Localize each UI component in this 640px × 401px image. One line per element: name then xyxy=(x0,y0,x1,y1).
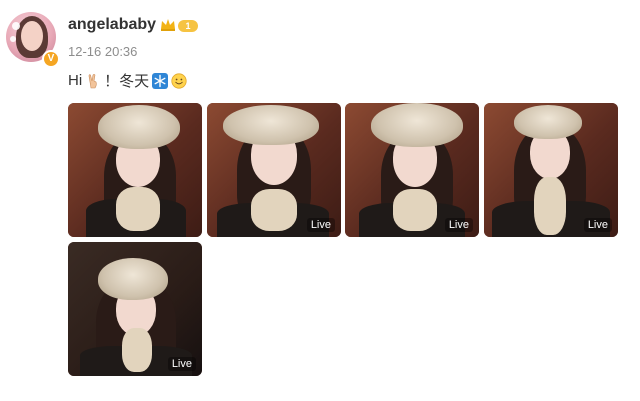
post-timestamp[interactable]: 12-16 20:36 xyxy=(68,44,137,59)
username[interactable]: angelababy xyxy=(68,16,156,34)
photo-thumbnail[interactable]: Live xyxy=(68,242,202,376)
photo-thumbnail[interactable]: Live xyxy=(484,103,618,237)
level-badge: 1 xyxy=(178,20,198,32)
live-badge: Live xyxy=(167,357,196,371)
photo-thumbnail[interactable] xyxy=(68,103,202,237)
photo-scarf xyxy=(122,328,152,372)
photo-hat xyxy=(98,105,180,149)
snowflake-icon xyxy=(152,72,169,89)
photo-scarf xyxy=(251,189,297,231)
photo-thumbnail[interactable]: Live xyxy=(345,103,479,237)
post-text: Hi ！冬天 xyxy=(68,70,187,91)
post-text-part: Hi xyxy=(68,72,83,89)
live-badge: Live xyxy=(583,218,612,232)
live-badge: Live xyxy=(444,218,473,232)
verified-badge: V xyxy=(42,50,60,68)
photo-scarf xyxy=(116,187,160,231)
avatar-face xyxy=(21,21,43,51)
avatar-flower xyxy=(12,22,20,30)
photo-thumbnail[interactable]: Live xyxy=(207,103,341,237)
photo-hat xyxy=(223,105,319,145)
live-badge: Live xyxy=(306,218,335,232)
photo-scarf xyxy=(393,189,437,231)
avatar-flower xyxy=(10,36,16,42)
photo-hat xyxy=(514,105,582,139)
smile-emoji-icon xyxy=(171,72,187,89)
photo-scarf xyxy=(534,177,566,235)
crown-icon xyxy=(161,19,175,31)
photo-hat xyxy=(98,258,168,300)
photo-hat xyxy=(371,103,463,147)
post-text-part: ！冬天 xyxy=(104,73,150,90)
victory-hand-icon xyxy=(88,73,97,88)
